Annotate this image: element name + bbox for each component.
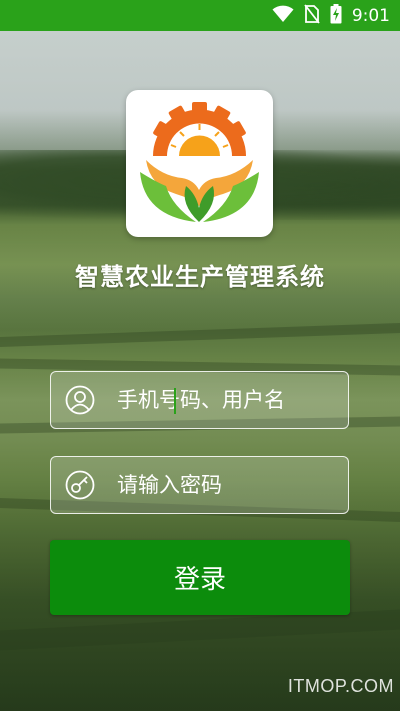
username-input[interactable] [117, 388, 348, 412]
status-bar: 9:01 [0, 0, 400, 31]
status-time: 9:01 [351, 6, 390, 26]
no-sim-icon [304, 4, 320, 28]
password-field[interactable] [50, 456, 349, 514]
username-field[interactable] [50, 371, 349, 429]
wifi-icon [272, 5, 294, 27]
user-icon [65, 385, 95, 415]
text-cursor [174, 388, 176, 414]
battery-charging-icon [330, 4, 342, 28]
status-icons: 9:01 [272, 4, 390, 28]
login-button[interactable]: 登录 [50, 540, 350, 615]
app-title: 智慧农业生产管理系统 [75, 263, 325, 291]
key-icon [65, 470, 95, 500]
watermark: ITMOP.COM [287, 676, 394, 696]
sunrise-gear-leaves-logo [140, 102, 259, 222]
password-input[interactable] [117, 473, 348, 497]
app-logo [126, 90, 273, 237]
